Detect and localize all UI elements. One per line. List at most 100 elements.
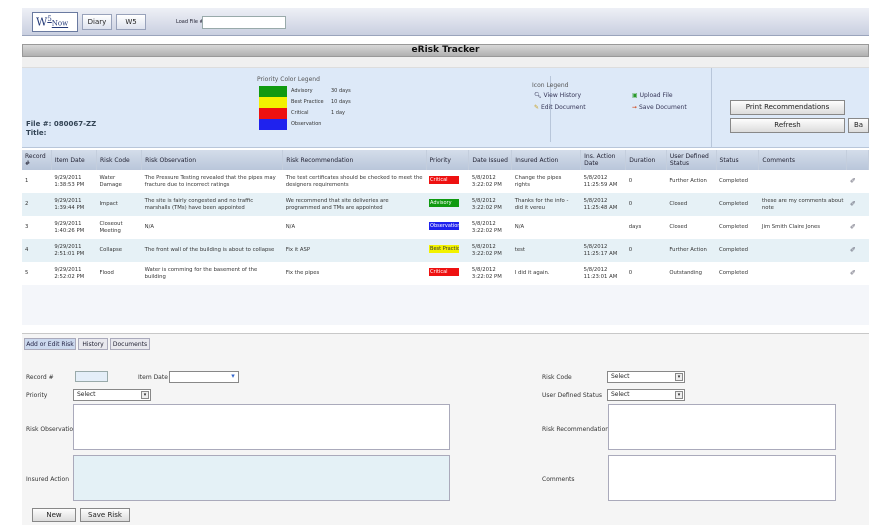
cell-actions: ✐ <box>846 193 869 216</box>
cell-date-issued: 5/8/2012 3:22:02 PM <box>468 239 512 262</box>
priority-badge: Observation <box>429 222 460 231</box>
upload-file-legend: ▣ Upload File <box>632 92 673 99</box>
cell-recommendation: The test certificates should be checked … <box>282 170 427 193</box>
table-row[interactable]: 2 9/29/2011 1:39:44 PM Impact The site i… <box>22 193 869 216</box>
cell-user-status: Further Action <box>666 239 717 262</box>
cell-insured-action: N/A <box>511 216 581 239</box>
col-header-actions <box>846 150 869 170</box>
comments-label: Comments <box>542 476 575 483</box>
cell-record: 5 <box>22 262 52 285</box>
subheader-bar <box>22 57 869 68</box>
cell-action-date: 5/8/2012 11:25:17 AM <box>580 239 626 262</box>
cell-observation: The front wall of the building is about … <box>141 239 283 262</box>
risk-code-select[interactable]: Select ▾ <box>607 371 685 383</box>
priority-badge: Critical <box>429 268 460 277</box>
col-header-item-date[interactable]: Item Date <box>51 150 97 170</box>
table-row[interactable]: 5 9/29/2011 2:52:02 PM Flood Water is co… <box>22 262 869 285</box>
cell-actions: ✐ <box>846 216 869 239</box>
priority-select[interactable]: Select ▾ <box>73 389 151 401</box>
file-title-label: Title: <box>26 129 47 137</box>
insured-action-textarea[interactable] <box>73 455 450 501</box>
cell-user-status: Further Action <box>666 170 717 193</box>
edit-document-legend: ✎ Edit Document <box>534 104 586 111</box>
cell-risk-code: Collapse <box>96 239 142 262</box>
icon-legend: Icon Legend 🔍︎ View History ✎ Edit Docum… <box>532 82 712 137</box>
cell-record: 1 <box>22 170 52 193</box>
cell-status: Completed <box>716 216 759 239</box>
col-header-record[interactable]: Record # <box>22 150 52 170</box>
new-button[interactable]: New <box>32 508 76 522</box>
icon-legend-title: Icon Legend <box>532 82 569 89</box>
col-header-ins-action-date[interactable]: Ins. Action Date <box>580 150 627 170</box>
col-header-duration[interactable]: Duration <box>625 150 667 170</box>
diary-button[interactable]: Diary <box>82 14 112 30</box>
load-file-input[interactable] <box>202 16 286 29</box>
cell-risk-code: Closeout Meeting <box>96 216 142 239</box>
risk-recommendation-textarea[interactable] <box>608 404 836 450</box>
table-row[interactable]: 3 9/29/2011 1:40:26 PM Closeout Meeting … <box>22 216 869 239</box>
tab-documents[interactable]: Documents <box>110 338 150 350</box>
edit-row-icon[interactable]: ✐ <box>850 246 856 254</box>
risk-observation-label: Risk Observation <box>26 426 77 433</box>
risk-edit-form: Add or Edit Risk History Documents Recor… <box>22 333 869 525</box>
col-header-status[interactable]: Status <box>716 150 760 170</box>
cell-insured-action: I did it again. <box>511 262 581 285</box>
item-date-picker[interactable]: ▾ <box>169 371 239 383</box>
cell-observation: The Pressure Testing revealed that the p… <box>141 170 283 193</box>
edit-row-icon[interactable]: ✐ <box>850 200 856 208</box>
cell-duration: 0 <box>625 170 667 193</box>
w5now-logo[interactable]: W5Now <box>32 12 78 32</box>
risk-recommendation-label: Risk Recommendation <box>542 426 610 433</box>
item-date-label: Item Date <box>138 374 168 381</box>
priority-badge: Critical <box>429 176 460 185</box>
info-panel: File #: 080067-ZZ Title: Priority Color … <box>22 68 869 148</box>
dropdown-arrow-icon: ▾ <box>675 373 683 381</box>
print-recommendations-button[interactable]: Print Recommendations <box>730 100 845 115</box>
w5-button[interactable]: W5 <box>116 14 146 30</box>
col-header-insured-action[interactable]: Insured Action <box>511 150 582 170</box>
cell-comments <box>758 170 847 193</box>
back-button[interactable]: Ba <box>848 118 869 133</box>
cell-date-issued: 5/8/2012 3:22:02 PM <box>468 262 512 285</box>
tab-add-edit-risk[interactable]: Add or Edit Risk <box>24 338 76 350</box>
legend-title: Priority Color Legend <box>257 76 320 83</box>
tab-history[interactable]: History <box>78 338 108 350</box>
cell-observation: N/A <box>141 216 283 239</box>
cell-item-date: 9/29/2011 1:38:53 PM <box>51 170 97 193</box>
col-header-risk-code[interactable]: Risk Code <box>96 150 143 170</box>
col-header-user-defined-status[interactable]: User Defined Status <box>666 150 717 170</box>
cell-priority: Critical <box>426 262 469 285</box>
cell-priority: Observation <box>426 216 469 239</box>
best-practice-swatch <box>259 97 287 108</box>
edit-row-icon[interactable]: ✐ <box>850 269 856 277</box>
cell-priority: Best Practice <box>426 239 469 262</box>
user-defined-status-select[interactable]: Select ▾ <box>607 389 685 401</box>
cell-action-date: 5/8/2012 11:23:01 AM <box>580 262 626 285</box>
edit-row-icon[interactable]: ✐ <box>850 177 856 185</box>
cell-recommendation: We recommend that site deliveries are pr… <box>282 193 427 216</box>
col-header-risk-recommendation[interactable]: Risk Recommendation <box>282 150 427 170</box>
col-header-date-issued[interactable]: Date Issued <box>468 150 513 170</box>
edit-row-icon[interactable]: ✐ <box>850 223 856 231</box>
cell-actions: ✐ <box>846 262 869 285</box>
table-row[interactable]: 4 9/29/2011 2:51:01 PM Collapse The fron… <box>22 239 869 262</box>
top-toolbar: W5Now Diary W5 Load File #: <box>22 8 869 36</box>
col-header-risk-observation[interactable]: Risk Observation <box>141 150 284 170</box>
risk-observation-textarea[interactable] <box>73 404 450 450</box>
cell-recommendation: N/A <box>282 216 427 239</box>
cell-observation: Water is comming for the basement of the… <box>141 262 283 285</box>
save-risk-button[interactable]: Save Risk <box>80 508 130 522</box>
table-row[interactable]: 1 9/29/2011 1:38:53 PM Water Damage The … <box>22 170 869 193</box>
risk-code-label: Risk Code <box>542 374 572 381</box>
view-history-legend: 🔍︎ View History <box>534 92 582 99</box>
page-title: eRisk Tracker <box>22 44 869 57</box>
refresh-button[interactable]: Refresh <box>730 118 845 133</box>
col-header-comments[interactable]: Comments <box>758 150 848 170</box>
comments-textarea[interactable] <box>608 455 836 501</box>
critical-swatch <box>259 108 287 119</box>
col-header-priority[interactable]: Priority <box>426 150 470 170</box>
risk-table: Record # Item Date Risk Code Risk Observ… <box>22 150 869 285</box>
cell-user-status: Closed <box>666 193 717 216</box>
cell-item-date: 9/29/2011 1:39:44 PM <box>51 193 97 216</box>
record-input[interactable] <box>75 371 108 382</box>
